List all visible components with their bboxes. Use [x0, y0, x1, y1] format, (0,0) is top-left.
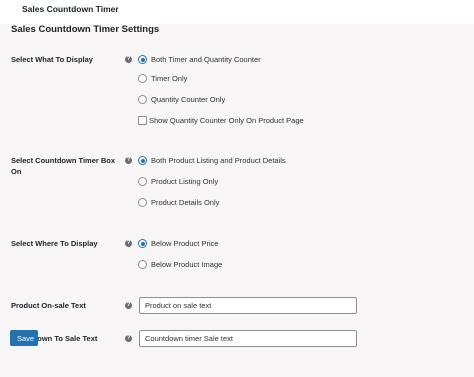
onsale-text-input[interactable]	[139, 297, 357, 314]
box-option-details-only[interactable]: Product Details Only	[138, 197, 219, 208]
display-label: Select What To Display	[11, 55, 93, 64]
help-icon[interactable]: ?	[125, 157, 132, 164]
radio-icon[interactable]	[138, 95, 147, 104]
window-title: Sales Countdown Timer	[22, 4, 119, 14]
onsale-label: Product On-sale Text	[11, 301, 86, 310]
option-label: Below Product Image	[151, 260, 223, 269]
checkbox-icon[interactable]	[138, 116, 147, 125]
settings-panel: Sales Countdown Timer Settings Select Wh…	[0, 24, 474, 377]
help-icon[interactable]: ?	[125, 240, 132, 247]
radio-checked-icon[interactable]	[138, 55, 147, 64]
quantity-product-page-checkbox-row[interactable]: Show Quantity Counter Only On Product Pa…	[138, 115, 304, 126]
countdown-text-input[interactable]	[139, 330, 357, 347]
option-label: Below Product Price	[151, 239, 219, 248]
save-button[interactable]: Save	[10, 330, 38, 346]
box-label-line2: On	[11, 167, 22, 176]
radio-checked-icon[interactable]	[138, 156, 147, 165]
box-label: Select Countdown Timer Box On	[11, 155, 115, 177]
box-option-listing-only[interactable]: Product Listing Only	[138, 176, 218, 187]
where-option-below-price[interactable]: Below Product Price	[138, 238, 219, 249]
radio-icon[interactable]	[138, 198, 147, 207]
display-option-both[interactable]: Both Timer and Quantity Counter	[138, 54, 261, 65]
top-bar: Sales Countdown Timer	[0, 0, 474, 24]
option-label: Both Product Listing and Product Details	[151, 156, 286, 165]
radio-icon[interactable]	[138, 74, 147, 83]
option-label: Product Listing Only	[151, 177, 219, 186]
help-icon[interactable]: ?	[125, 335, 132, 342]
option-label: Quantity Counter Only	[151, 95, 226, 104]
box-option-both[interactable]: Both Product Listing and Product Details	[138, 155, 286, 166]
radio-icon[interactable]	[138, 177, 147, 186]
where-option-below-image[interactable]: Below Product Image	[138, 259, 222, 270]
display-option-quantity-only[interactable]: Quantity Counter Only	[138, 94, 225, 105]
help-icon[interactable]: ?	[125, 56, 132, 63]
checkbox-label: Show Quantity Counter Only On Product Pa…	[149, 116, 304, 125]
box-label-line1: Select Countdown Timer Box	[11, 156, 116, 165]
option-label: Both Timer and Quantity Counter	[151, 55, 261, 64]
radio-checked-icon[interactable]	[138, 239, 147, 248]
settings-title: Sales Countdown Timer Settings	[11, 24, 160, 35]
help-icon[interactable]: ?	[125, 302, 132, 309]
where-label: Select Where To Display	[11, 239, 98, 248]
option-label: Product Details Only	[151, 198, 220, 207]
display-option-timer-only[interactable]: Timer Only	[138, 73, 187, 84]
option-label: Timer Only	[151, 74, 188, 83]
radio-icon[interactable]	[138, 260, 147, 269]
